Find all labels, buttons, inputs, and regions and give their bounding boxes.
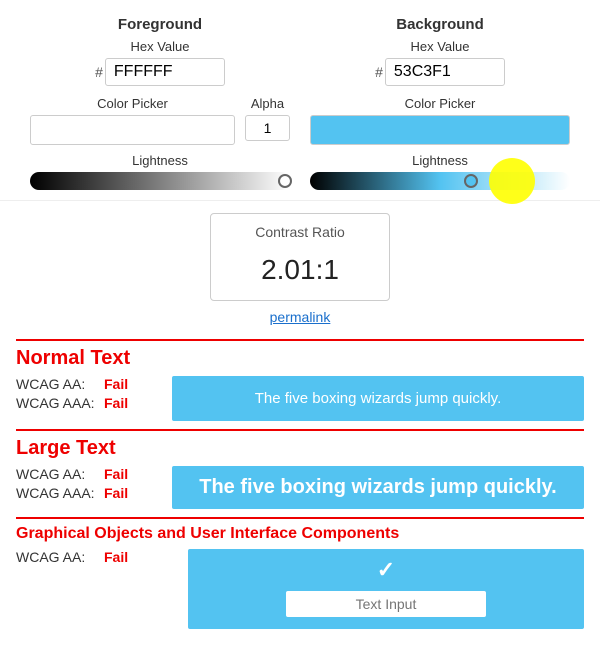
- graphical-aa-result: Fail: [104, 549, 128, 565]
- background-color-picker-box: Color Picker: [310, 96, 570, 145]
- graphical-divider: [16, 517, 584, 519]
- large-text-aaa-result: Fail: [104, 485, 128, 501]
- large-text-wcag: WCAG AA: Fail WCAG AAA: Fail: [16, 466, 156, 504]
- graphical-aa-row: WCAG AA: Fail: [16, 549, 156, 565]
- graphical-title: Graphical Objects and User Interface Com…: [16, 525, 584, 543]
- foreground-title: Foreground: [30, 16, 290, 33]
- foreground-lightness-label: Lightness: [30, 153, 290, 168]
- foreground-color-picker-box: Color Picker: [30, 96, 235, 145]
- graphical-section: Graphical Objects and User Interface Com…: [0, 517, 600, 639]
- large-text-aa-label: WCAG AA:: [16, 466, 96, 482]
- foreground-picker-label: Color Picker: [30, 96, 235, 111]
- normal-text-aa-label: WCAG AA:: [16, 376, 96, 392]
- normal-text-aa-row: WCAG AA: Fail: [16, 376, 156, 392]
- large-text-row: WCAG AA: Fail WCAG AAA: Fail The five bo…: [16, 466, 584, 509]
- foreground-hash: #: [95, 64, 103, 80]
- permalink-link[interactable]: permalink: [270, 309, 331, 325]
- background-hash: #: [375, 64, 383, 80]
- background-picker-label: Color Picker: [310, 96, 570, 111]
- graphical-bottom-row: WCAG AA: Fail ✓: [16, 549, 584, 629]
- graphical-preview: ✓: [188, 549, 584, 629]
- foreground-hex-section: Hex Value #: [30, 39, 290, 86]
- normal-text-aaa-result: Fail: [104, 395, 128, 411]
- background-lightness-thumb[interactable]: [464, 174, 478, 188]
- foreground-panel: Foreground Hex Value # Color Picker Alph…: [30, 16, 290, 190]
- background-color-swatch[interactable]: [310, 115, 570, 145]
- foreground-alpha-input[interactable]: [245, 115, 290, 141]
- graphical-wcag: WCAG AA: Fail: [16, 549, 156, 573]
- background-hex-section: Hex Value #: [310, 39, 570, 86]
- foreground-picker-alpha-row: Color Picker Alpha: [30, 96, 290, 145]
- normal-text-preview: The five boxing wizards jump quickly.: [172, 376, 584, 421]
- foreground-hex-label: Hex Value: [30, 39, 290, 54]
- foreground-lightness-thumb[interactable]: [278, 174, 292, 188]
- graphical-checkmark: ✓: [377, 557, 395, 583]
- contrast-value: 2.01:1: [241, 244, 359, 286]
- foreground-hex-input[interactable]: [105, 58, 225, 86]
- large-text-title: Large Text: [16, 437, 584, 460]
- background-lightness-label: Lightness: [310, 153, 570, 168]
- normal-text-divider: [16, 339, 584, 341]
- background-picker-row: Color Picker: [310, 96, 570, 145]
- contrast-label: Contrast Ratio: [241, 224, 359, 240]
- foreground-alpha-box: Alpha: [245, 96, 290, 145]
- background-lightness-section: Lightness: [310, 153, 570, 190]
- background-lightness-track[interactable]: [310, 172, 570, 190]
- foreground-hex-row: #: [30, 58, 290, 86]
- background-hex-label: Hex Value: [310, 39, 570, 54]
- large-text-divider: [16, 429, 584, 431]
- large-text-preview: The five boxing wizards jump quickly.: [172, 466, 584, 509]
- normal-text-section: Normal Text WCAG AA: Fail WCAG AAA: Fail…: [0, 339, 600, 421]
- graphical-aa-label: WCAG AA:: [16, 549, 96, 565]
- contrast-number: 2.01: [261, 254, 316, 285]
- normal-text-aaa-label: WCAG AAA:: [16, 395, 96, 411]
- contrast-box: Contrast Ratio 2.01:1: [210, 213, 390, 301]
- background-hex-input[interactable]: [385, 58, 505, 86]
- foreground-alpha-label: Alpha: [245, 96, 290, 111]
- normal-text-wcag: WCAG AA: Fail WCAG AAA: Fail: [16, 376, 156, 414]
- large-text-aaa-label: WCAG AAA:: [16, 485, 96, 501]
- top-section: Foreground Hex Value # Color Picker Alph…: [0, 0, 600, 201]
- contrast-section: Contrast Ratio 2.01:1 permalink: [0, 201, 600, 331]
- normal-text-aaa-row: WCAG AAA: Fail: [16, 395, 156, 411]
- foreground-lightness-track[interactable]: [30, 172, 290, 190]
- graphical-text-input[interactable]: [286, 591, 486, 617]
- foreground-lightness-section: Lightness: [30, 153, 290, 190]
- large-text-aa-row: WCAG AA: Fail: [16, 466, 156, 482]
- normal-text-title: Normal Text: [16, 347, 584, 370]
- large-text-section: Large Text WCAG AA: Fail WCAG AAA: Fail …: [0, 429, 600, 509]
- background-title: Background: [310, 16, 570, 33]
- foreground-color-swatch[interactable]: [30, 115, 235, 145]
- large-text-aaa-row: WCAG AAA: Fail: [16, 485, 156, 501]
- background-hex-row: #: [310, 58, 570, 86]
- background-panel: Background Hex Value # Color Picker Ligh…: [310, 16, 570, 190]
- normal-text-row: WCAG AA: Fail WCAG AAA: Fail The five bo…: [16, 376, 584, 421]
- normal-text-aa-result: Fail: [104, 376, 128, 392]
- contrast-suffix: :1: [316, 254, 339, 285]
- large-text-aa-result: Fail: [104, 466, 128, 482]
